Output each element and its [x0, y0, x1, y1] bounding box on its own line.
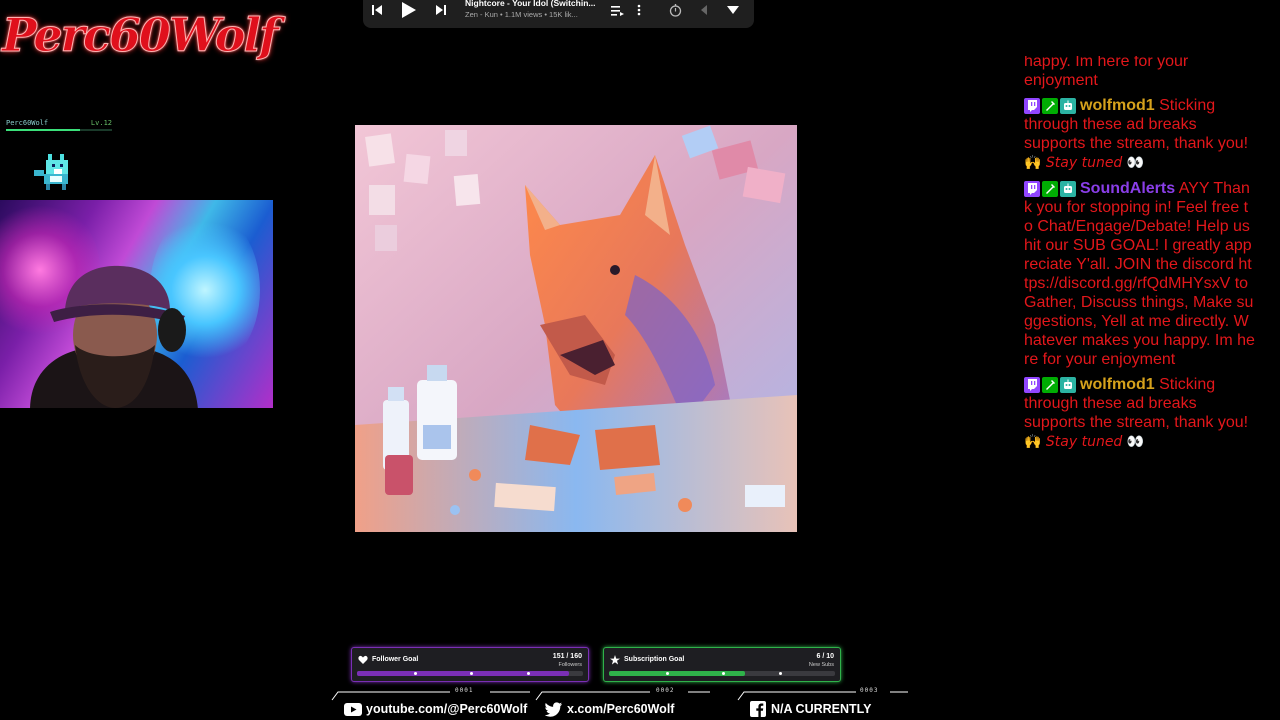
stream-artwork: [355, 125, 797, 532]
goal-tick: [526, 672, 530, 675]
moderator-badge-icon: [1042, 98, 1058, 114]
subscription-goal-track: [609, 671, 835, 676]
pixel-wolf-icon: [34, 154, 68, 190]
goal-tick: [778, 672, 782, 675]
eyes-icon: 👀: [1126, 433, 1145, 449]
chat-badges: [1024, 181, 1076, 197]
next-icon[interactable]: [433, 0, 449, 20]
wolf-painting-image: [355, 125, 797, 532]
x-handle: x.com/Perc60Wolf: [567, 702, 675, 716]
previous-icon[interactable]: [369, 0, 385, 20]
chat-username[interactable]: SoundAlerts: [1080, 180, 1175, 197]
goal-tick: [722, 672, 725, 675]
twitch-badge-icon: [1024, 98, 1040, 114]
eyes-icon: 👀: [1126, 154, 1145, 170]
subscription-goal-unit: New Subs: [808, 662, 834, 668]
subscription-goal-count: 6 / 10: [816, 653, 834, 660]
follower-goal-label: Follower Goal: [372, 656, 419, 663]
chat-fragment: enjoyment: [1024, 72, 1098, 89]
youtube-handle: youtube.com/@Perc60Wolf: [366, 702, 528, 716]
track-info[interactable]: Nightcore - Your Idol (Switchin... Zen -…: [465, 0, 600, 20]
chat-username[interactable]: wolfmod1: [1080, 376, 1155, 393]
chat-message: wolfmod1 Sticking through these ad break…: [1024, 375, 1256, 452]
twitch-badge-icon: [1024, 377, 1040, 393]
play-icon[interactable]: [397, 0, 419, 20]
star-icon: [610, 655, 620, 665]
facebook-link[interactable]: N/A CURRENTLY: [749, 700, 871, 718]
bot-badge-icon: [1060, 377, 1076, 393]
chat-message: SoundAlerts AYY Thank you for stopping i…: [1024, 179, 1256, 369]
mini-level-bar: Perc60Wolf Lv.12: [6, 119, 112, 131]
subscription-goal-label: Subscription Goal: [624, 656, 685, 663]
goal-tick: [665, 672, 669, 675]
media-player-bar: Nightcore - Your Idol (Switchin... Zen -…: [363, 0, 754, 28]
follower-goal-count: 151 / 160: [552, 653, 582, 660]
webcam-feed: [0, 200, 273, 408]
chat-emote-text: Stay tuned: [1045, 155, 1123, 171]
dropdown-icon[interactable]: [725, 0, 741, 20]
timer-icon[interactable]: [667, 0, 683, 20]
x-link[interactable]: x.com/Perc60Wolf: [545, 700, 674, 718]
mini-level-fill: [6, 129, 81, 131]
chat-panel: happy. Im here for your enjoyment wolfmo…: [1024, 56, 1256, 526]
goal-tick: [470, 672, 473, 675]
track-subtitle: Zen - Kun • 1.1M views • 15K lik...: [465, 10, 578, 19]
bot-badge-icon: [1060, 98, 1076, 114]
bot-badge-icon: [1060, 181, 1076, 197]
chat-fragment: happy. Im here for your: [1024, 56, 1189, 70]
moderator-badge-icon: [1042, 181, 1058, 197]
social-tag: 0002: [656, 687, 675, 694]
chat-username[interactable]: wolfmod1: [1080, 97, 1155, 114]
track-title: Nightcore - Your Idol (Switchin...: [465, 0, 596, 8]
mini-level-value: Lv.12: [90, 119, 112, 127]
chat-badges: [1024, 377, 1076, 393]
facebook-status: N/A CURRENTLY: [771, 702, 872, 716]
streamer-silhouette: [30, 265, 198, 408]
subscription-goal-widget: Subscription Goal 6 / 10 New Subs: [603, 647, 841, 682]
goal-tick: [413, 672, 417, 675]
raised-hands-icon: 🙌: [1024, 433, 1042, 449]
social-tag: 0003: [860, 687, 879, 694]
facebook-icon: [749, 701, 767, 717]
twitch-badge-icon: [1024, 181, 1040, 197]
follower-goal-unit: Followers: [558, 662, 582, 668]
heart-icon: [358, 655, 368, 664]
youtube-icon: [344, 701, 362, 717]
follower-goal-fill: [357, 671, 570, 676]
chat-text: AYY Thank you for stopping in! Feel free…: [1024, 180, 1255, 368]
moderator-badge-icon: [1042, 377, 1058, 393]
twitter-bird-icon: [545, 701, 563, 717]
mini-level-name: Perc60Wolf: [6, 119, 49, 127]
raised-hands-icon: 🙌: [1024, 154, 1042, 170]
mini-level-track: [6, 129, 112, 131]
youtube-link[interactable]: youtube.com/@Perc60Wolf: [344, 700, 527, 718]
queue-icon[interactable]: [609, 0, 625, 20]
social-tag: 0001: [455, 687, 474, 694]
follower-goal-widget: Follower Goal 151 / 160 Followers: [351, 647, 589, 682]
more-icon[interactable]: [633, 0, 645, 20]
chat-badges: [1024, 98, 1076, 114]
follower-goal-track: [357, 671, 583, 676]
chat-message: wolfmod1 Sticking through these ad break…: [1024, 96, 1256, 173]
chat-emote-text: Stay tuned: [1045, 434, 1123, 450]
collapse-icon[interactable]: [697, 0, 711, 20]
channel-logo: Perc60Wolf: [2, 8, 280, 63]
